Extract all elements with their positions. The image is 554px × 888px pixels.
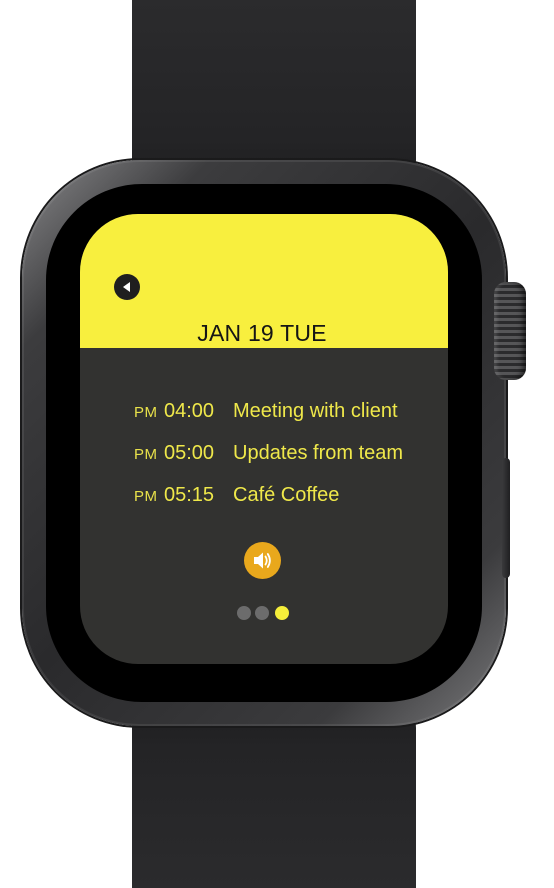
date-title: JAN 19 TUE bbox=[197, 320, 327, 346]
event-title: Café Coffee bbox=[233, 484, 340, 506]
event-ampm: PM bbox=[134, 446, 158, 463]
watch-screen: JAN 19 TUE PM 04:00 Meeting with client … bbox=[80, 214, 448, 664]
back-arrow-icon bbox=[123, 282, 130, 292]
event-row[interactable]: PM 04:00 Meeting with client bbox=[80, 398, 448, 424]
event-time: 05:00 bbox=[164, 442, 215, 464]
event-title: Meeting with client bbox=[233, 400, 398, 422]
page-dot[interactable] bbox=[237, 606, 251, 620]
event-time: 04:00 bbox=[164, 400, 215, 422]
event-row[interactable]: PM 05:15 Café Coffee bbox=[80, 482, 448, 508]
event-title: Updates from team bbox=[233, 442, 404, 464]
speaker-icon bbox=[254, 552, 271, 569]
event-ampm: PM bbox=[134, 404, 158, 421]
page-dot[interactable] bbox=[255, 606, 269, 620]
back-button[interactable] bbox=[114, 274, 140, 300]
event-row[interactable]: PM 05:00 Updates from team bbox=[80, 440, 448, 466]
page-dot-active[interactable] bbox=[275, 606, 289, 620]
event-ampm: PM bbox=[134, 488, 158, 505]
side-button[interactable] bbox=[502, 458, 510, 578]
event-time: 05:15 bbox=[164, 484, 215, 506]
speaker-button[interactable] bbox=[244, 542, 281, 579]
screen-header: JAN 19 TUE bbox=[80, 214, 448, 348]
digital-crown[interactable] bbox=[494, 282, 526, 380]
page-indicator bbox=[237, 606, 297, 622]
